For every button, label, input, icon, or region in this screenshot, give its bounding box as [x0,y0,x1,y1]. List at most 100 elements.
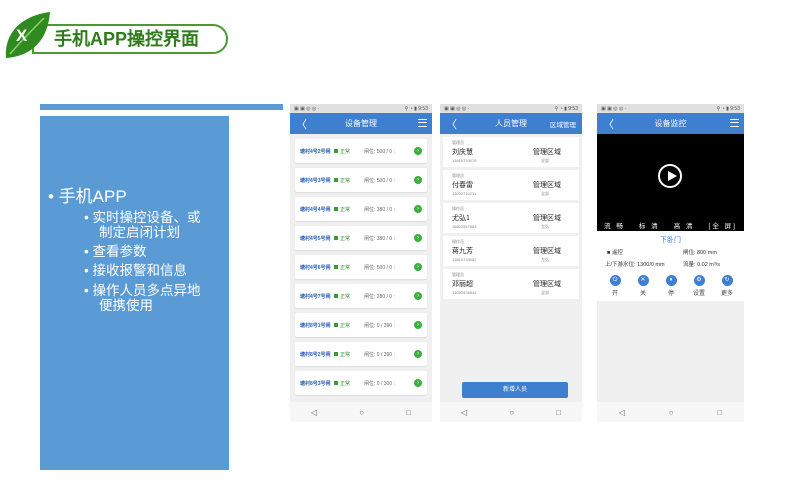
person-phone: 13810733062 [452,257,477,262]
device-row[interactable]: 塘村8号3号闸 正常 闸位: 0 / 300 : › [295,371,427,395]
status-badge: 正常 [334,177,364,184]
screen-title: 设备监控 [654,119,687,128]
chevron-right-icon[interactable]: › [414,234,422,242]
settings-button[interactable]: ⚙ 设置 [687,275,711,297]
video-player[interactable]: 流 畅 标 清 高 清 [全 屏] [597,134,744,231]
recent-nav-icon[interactable]: □ [406,408,411,417]
person-area-label: 管理区域 [533,281,561,288]
home-nav-icon[interactable]: ○ [359,408,364,417]
android-nav: ◁ ○ □ [290,402,432,422]
feature-main: • 手机APP [48,187,127,206]
refresh-icon: ↻ [721,275,733,286]
person-role: 操作员 [452,239,464,244]
chevron-right-icon[interactable]: › [414,350,422,358]
home-nav-icon[interactable]: ○ [509,408,514,417]
gate-value: 闸位: 500 / 0 : [364,264,395,271]
close-button[interactable]: ✕ 关 [631,275,655,297]
gate-value: 闸位: 0 / 300 : [364,380,395,387]
quality-standard[interactable]: 标 清 [639,220,660,230]
back-nav-icon[interactable]: ◁ [619,408,625,417]
page-title: 手机APP操控界面 [54,29,200,49]
leaf-logo-icon [5,12,50,58]
phone-device-management: ▣ ▣ ◎ ◎ · ⚲ ◔ ▮ 9:53 〈 设备管理 塘村4号2号闸 正常 闸位: … [290,104,432,422]
home-nav-icon[interactable]: ○ [669,408,674,417]
device-row[interactable]: 塘村8号1号闸 正常 闸位: 0 / 390 : › [295,313,427,337]
person-area-label: 管理区域 [533,149,561,156]
menu-icon[interactable] [730,119,739,127]
device-name: 塘村4号3号闸 [300,177,331,184]
recent-nav-icon[interactable]: □ [556,408,561,417]
person-phone: 13002740211 [452,191,477,196]
person-phone: 13810733078 [452,158,477,163]
back-icon[interactable]: 〈 [603,116,614,132]
person-row[interactable]: 操作员 蒋九芳 13810733062 管理区域 尤弘 [443,236,579,266]
device-row[interactable]: 塘村4号6号闸 正常 闸位: 500 / 0 : › [295,255,427,279]
flow-rate: 流量: 0.02 m³/s [683,262,720,268]
close-icon: ✕ [637,275,649,286]
feature-item: • 接收报警和信息 [84,263,187,278]
back-nav-icon[interactable]: ◁ [461,408,467,417]
logo-letter: X [16,26,28,45]
person-area-value: 尤弘 [541,224,549,229]
add-person-button[interactable]: 新增人员 [462,382,568,398]
chevron-right-icon[interactable]: › [414,292,422,300]
chevron-right-icon[interactable]: › [414,321,422,329]
feature-item: • 操作人员多点异地 [84,283,201,298]
person-row[interactable]: 操作员 尤弘1 18602557653 管理区域 尤弘 [443,203,579,233]
open-button[interactable]: ⏻ 开 [603,275,627,297]
chevron-right-icon[interactable]: › [414,379,422,387]
area-management-link[interactable]: 区域管理 [550,119,576,129]
device-row[interactable]: 塘村8号2号闸 正常 闸位: 0 / 390 : › [295,342,427,366]
person-row[interactable]: 管理员 刘庆慧 13810733078 管理区域 全部 [443,137,579,167]
device-row[interactable]: 塘村4号7号闸 正常 闸位: 280 / 0 : › [295,284,427,308]
gate-value: 闸位: 380 / 0 : [364,235,395,242]
android-nav: ◁ ○ □ [597,402,744,422]
gate-monitor-card: 下卧门 ■ 遥控 闸位: 800 mm 上/下游水位: 1300/0 mm 流量… [597,231,744,301]
device-name: 塘村4号6号闸 [300,264,331,271]
person-row[interactable]: 管理员 付春雷 13002740211 管理区域 全部 [443,170,579,200]
device-name: 塘村4号4号闸 [300,206,331,213]
chevron-right-icon[interactable]: › [414,263,422,271]
chevron-right-icon[interactable]: › [414,147,422,155]
recent-nav-icon[interactable]: □ [717,408,722,417]
device-row[interactable]: 塘村4号2号闸 正常 闸位: 500 / 0 : › [295,139,427,163]
more-button[interactable]: ↻ 更多 [715,275,739,297]
back-icon[interactable]: 〈 [446,116,457,132]
device-header: 〈 设备管理 [290,113,432,134]
quality-smooth[interactable]: 流 畅 [604,220,625,230]
quality-high[interactable]: 高 清 [674,220,695,230]
control-mode: ■ 遥控 [607,250,623,256]
person-area-value: 尤弘 [541,257,549,262]
android-nav: ◁ ○ □ [440,402,582,422]
chevron-right-icon[interactable]: › [414,205,422,213]
person-name: 蒋九芳 [452,248,473,255]
person-name: 刘庆慧 [452,149,473,156]
play-icon[interactable] [658,164,682,188]
feature-item: • 查看参数 [84,244,147,259]
fullscreen-button[interactable]: [全 屏] [709,220,737,230]
person-area-label: 管理区域 [533,182,561,189]
status-badge: 正常 [334,293,364,300]
device-row[interactable]: 塘村4号4号闸 正常 闸位: 380 / 0 : › [295,197,427,221]
person-role: 管理员 [452,173,464,178]
menu-icon[interactable] [418,119,427,127]
device-row[interactable]: 塘村4号3号闸 正常 闸位: 500 / 0 : › [295,168,427,192]
people-header: 〈 人员管理 区域管理 [440,113,582,134]
status-badge: 正常 [334,322,364,329]
device-name: 塘村8号1号闸 [300,322,331,329]
chevron-right-icon[interactable]: › [414,176,422,184]
gate-value: 闸位: 500 / 0 : [364,148,395,155]
device-row[interactable]: 塘村4号5号闸 正常 闸位: 380 / 0 : › [295,226,427,250]
back-nav-icon[interactable]: ◁ [311,408,317,417]
status-badge: 正常 [334,148,364,155]
person-row[interactable]: 管理员 邓丽超 13052938844 管理区域 全部 [443,269,579,299]
screen-title: 设备管理 [345,119,377,128]
power-icon: ⏻ [609,275,621,286]
device-name: 塘村8号3号闸 [300,380,331,387]
pause-icon: ⏸ [665,275,677,286]
person-role: 管理员 [452,140,464,145]
stop-button[interactable]: ⏸ 停 [659,275,683,297]
person-phone: 18602557653 [452,224,477,229]
back-icon[interactable]: 〈 [296,116,307,132]
device-name: 塘村8号2号闸 [300,351,331,358]
